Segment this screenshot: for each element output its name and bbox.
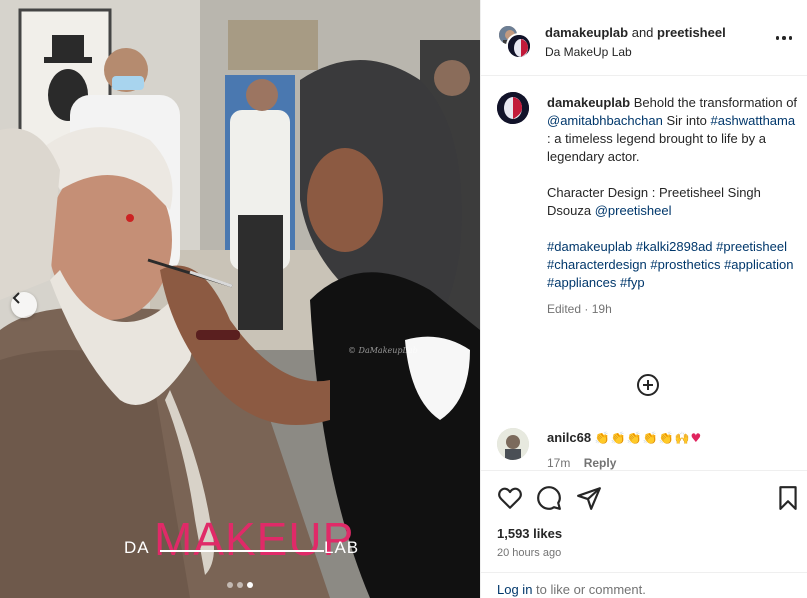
load-more-comments-button[interactable] <box>636 373 660 397</box>
post-details-pane: damakeuplab and preetisheel Da MakeUp La… <box>480 0 807 598</box>
clap-emoji-icon: 👏 <box>610 431 627 445</box>
bookmark-icon <box>779 486 797 510</box>
caption-body: damakeuplab Behold the transformation of… <box>547 94 799 318</box>
login-link[interactable]: Log in <box>497 582 532 597</box>
share-icon <box>577 487 601 510</box>
share-button[interactable] <box>576 485 602 511</box>
hashtag-link[interactable]: #appliances <box>547 275 616 290</box>
avatar-damakeuplab[interactable] <box>506 33 532 59</box>
raised-hands-emoji-icon: 🙌 <box>674 431 691 445</box>
photo-credit-watermark: © DaMakeupLab <box>348 346 418 355</box>
hashtag-link[interactable]: #preetisheel <box>716 239 787 254</box>
clap-emoji-icon: 👏 <box>594 431 611 445</box>
author-preetisheel[interactable]: preetisheel <box>657 25 726 40</box>
post-authors: damakeuplab and preetisheel <box>545 25 726 40</box>
commenter-avatar[interactable] <box>497 428 529 460</box>
caption-username[interactable]: damakeuplab <box>547 95 630 110</box>
carousel-indicator <box>0 582 480 588</box>
caption-time[interactable]: 19h <box>592 302 612 316</box>
carousel-dot <box>237 582 243 588</box>
edited-label: Edited <box>547 302 582 316</box>
post-header: damakeuplab and preetisheel Da MakeUp La… <box>481 0 807 76</box>
hashtag-link[interactable]: #characterdesign <box>547 257 647 272</box>
mention-preetisheel[interactable]: @preetisheel <box>595 203 672 218</box>
heart-emoji-icon: ♥ <box>690 431 703 445</box>
carousel-dot <box>227 582 233 588</box>
reply-button[interactable]: Reply <box>584 456 617 470</box>
comment-meta: 17m Reply <box>547 456 616 470</box>
clap-emoji-icon: 👏 <box>658 431 675 445</box>
photo-illustration <box>0 0 480 598</box>
hashtag-link[interactable]: #fyp <box>620 275 645 290</box>
hashtag-link[interactable]: #prosthetics <box>650 257 720 272</box>
heart-icon <box>498 487 522 509</box>
avatar-image <box>497 428 529 460</box>
post-actions-bar <box>481 470 807 524</box>
mention-amitabhbachchan[interactable]: @amitabhbachchan <box>547 113 663 128</box>
caption-text: : a timeless legend brought to life by a… <box>547 131 766 164</box>
hashtag-link[interactable]: #kalki2898ad <box>636 239 713 254</box>
save-button[interactable] <box>775 485 801 511</box>
comment-icon <box>537 486 561 510</box>
caption-meta: Edited · 19h <box>547 302 612 316</box>
add-comment-icon <box>637 374 659 396</box>
comment-item: anilc68 👏👏👏👏👏🙌♥ 17m Reply <box>497 428 797 472</box>
post-subtitle[interactable]: Da MakeUp Lab <box>545 45 632 59</box>
clap-emoji-icon: 👏 <box>626 431 643 445</box>
more-options-icon[interactable] <box>774 30 794 46</box>
post-timestamp[interactable]: 20 hours ago <box>497 547 561 559</box>
comment-emojis: 👏👏👏👏👏🙌♥ <box>595 431 702 445</box>
hashtag-link[interactable]: #application <box>724 257 793 272</box>
comment-username[interactable]: anilc68 <box>547 430 591 445</box>
clap-emoji-icon: 👏 <box>642 431 659 445</box>
post-photo[interactable]: © DaMakeupLab MAKEUP DA LAB <box>0 0 480 598</box>
login-suffix: to like or comment. <box>536 582 646 597</box>
carousel-prev-button[interactable] <box>11 292 37 318</box>
like-button[interactable] <box>497 485 523 511</box>
hashtag-link[interactable]: #damakeuplab <box>547 239 632 254</box>
caption-text: Behold the transformation of <box>633 95 798 110</box>
chevron-left-icon <box>12 292 20 304</box>
comment-text: anilc68 👏👏👏👏👏🙌♥ <box>547 430 702 445</box>
carousel-dot-active <box>247 582 253 588</box>
avatar-image <box>497 92 529 124</box>
caption-hashtags: #damakeuplab #kalki2898ad #preetisheel #… <box>547 238 799 292</box>
comment-button[interactable] <box>536 485 562 511</box>
like-count[interactable]: 1,593 likes <box>497 526 562 541</box>
collab-avatars[interactable] <box>497 24 532 59</box>
comment-time[interactable]: 17m <box>547 456 570 470</box>
avatar-image <box>508 35 530 57</box>
hashtag-ashwatthama[interactable]: #ashwatthama <box>711 113 796 128</box>
authors-and: and <box>631 25 654 40</box>
caption-avatar[interactable] <box>497 92 529 124</box>
caption-text: Sir into <box>666 113 707 128</box>
author-damakeuplab[interactable]: damakeuplab <box>545 25 628 40</box>
login-prompt: Log in to like or comment. <box>481 572 807 598</box>
